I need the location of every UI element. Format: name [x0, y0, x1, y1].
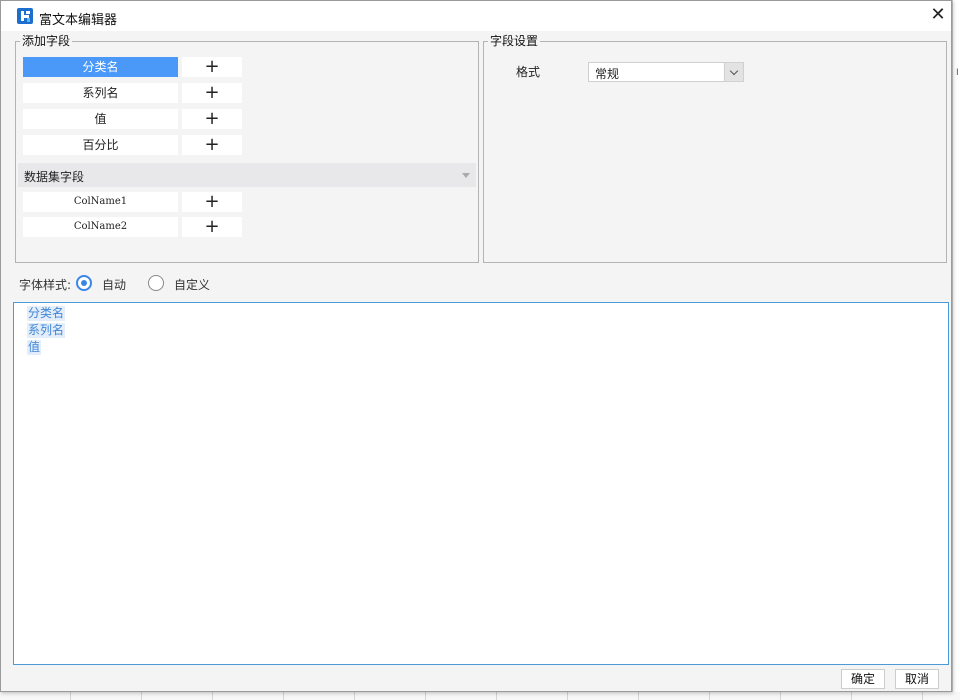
add-series-button[interactable]: +: [182, 83, 242, 103]
token-series[interactable]: 系列名: [27, 323, 66, 338]
dataset-fields-label: 数据集字段: [24, 170, 85, 184]
radio-auto-label[interactable]: 自动: [102, 276, 126, 293]
rich-text-area[interactable]: 分类名 系列名 值: [13, 302, 949, 665]
field-settings-group: 字段设置 格式 常规: [483, 33, 947, 263]
collapse-arrow-icon: [462, 173, 470, 178]
radio-auto[interactable]: [76, 275, 92, 291]
add-category-button[interactable]: +: [182, 57, 242, 77]
field-percent[interactable]: 百分比: [23, 135, 178, 155]
radio-custom[interactable]: [148, 275, 164, 291]
format-select-value: 常规: [595, 67, 620, 81]
dataset-fields-header[interactable]: 数据集字段: [18, 163, 476, 187]
window-title: 富文本编辑器: [39, 13, 118, 28]
radio-custom-label[interactable]: 自定义: [174, 276, 210, 293]
close-button[interactable]: ✕: [927, 5, 949, 27]
background-app-edge: I: [952, 0, 960, 700]
font-style-label: 字体样式:: [19, 278, 72, 292]
format-select[interactable]: 常规: [588, 62, 744, 82]
field-category[interactable]: 分类名: [23, 57, 178, 77]
rich-text-editor-dialog: 富文本编辑器 ✕ 添加字段 分类名 + 系列名 + 值 + 百分比 + 数据集字…: [0, 0, 952, 692]
add-percent-button[interactable]: +: [182, 135, 242, 155]
field-colname2[interactable]: ColName2: [23, 217, 178, 237]
ok-button[interactable]: 确定: [841, 669, 885, 689]
background-grid-edge: [0, 692, 960, 700]
add-colname1-button[interactable]: +: [182, 192, 242, 212]
chevron-down-icon[interactable]: [724, 63, 743, 81]
app-logo-icon: [17, 8, 33, 24]
field-value[interactable]: 值: [23, 109, 178, 129]
field-settings-legend: 字段设置: [488, 33, 541, 49]
add-colname2-button[interactable]: +: [182, 217, 242, 237]
title-bar: 富文本编辑器 ✕: [1, 1, 951, 31]
format-label: 格式: [516, 65, 541, 79]
token-category[interactable]: 分类名: [27, 306, 66, 321]
add-value-button[interactable]: +: [182, 109, 242, 129]
field-series[interactable]: 系列名: [23, 83, 178, 103]
background-marker: I: [956, 68, 959, 78]
field-colname1[interactable]: ColName1: [23, 192, 178, 212]
add-fields-legend: 添加字段: [20, 33, 73, 49]
add-fields-group: 添加字段 分类名 + 系列名 + 值 + 百分比 + 数据集字段 ColName…: [15, 33, 479, 263]
cancel-button[interactable]: 取消: [895, 669, 939, 689]
token-value[interactable]: 值: [27, 340, 42, 355]
